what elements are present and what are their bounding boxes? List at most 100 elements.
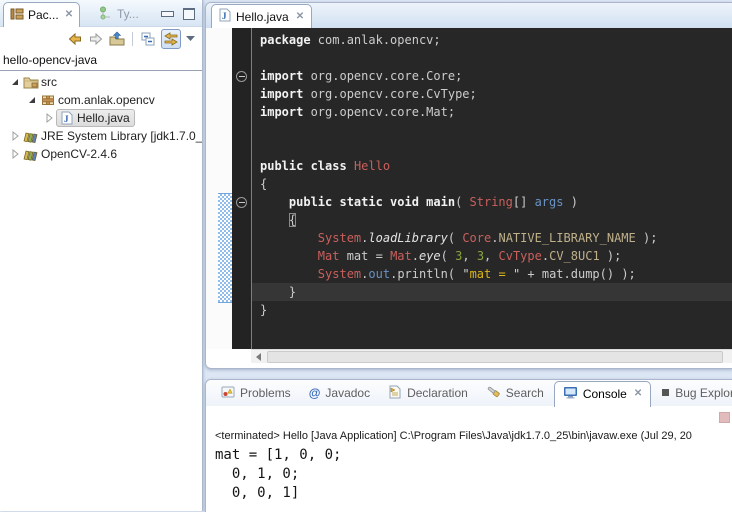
code-token: [] xyxy=(513,195,535,209)
link-with-editor-icon[interactable] xyxy=(161,29,181,49)
close-icon[interactable]: ✕ xyxy=(296,12,304,22)
code-line[interactable]: } xyxy=(252,283,732,301)
code-token: ( xyxy=(441,249,455,263)
tab-problems[interactable]: Problems xyxy=(213,380,299,406)
code-token: import xyxy=(260,87,303,101)
tab-package-explorer[interactable]: Pac... ✕ xyxy=(3,2,80,27)
code-line[interactable]: System.out.println( "mat = " + mat.dump(… xyxy=(252,265,732,283)
close-icon[interactable]: ✕ xyxy=(65,10,73,20)
code-line[interactable]: System.loadLibrary( Core.NATIVE_LIBRARY_… xyxy=(252,229,732,247)
minimize-icon[interactable] xyxy=(161,11,174,17)
fold-collapse-icon[interactable] xyxy=(236,197,247,208)
tab-bug-explorer[interactable]: Bug Explorer xyxy=(653,380,732,406)
code-token: } xyxy=(260,303,267,317)
code-token: mat = xyxy=(339,249,390,263)
fold-collapse-icon[interactable] xyxy=(236,71,247,82)
console-view: <terminated> Hello [Java Application] C:… xyxy=(206,406,732,512)
tree-item-package[interactable]: com.anlak.opencv xyxy=(0,91,202,109)
collapse-all-icon[interactable] xyxy=(140,31,156,47)
code-token: NATIVE_LIBRARY_NAME xyxy=(498,231,635,245)
code-line[interactable]: } xyxy=(252,301,732,319)
tree-item-opencv-library[interactable]: OpenCV-2.4.6 xyxy=(0,145,202,163)
tab-label: Search xyxy=(506,386,544,400)
source-folder-icon xyxy=(22,75,39,89)
code-token: " xyxy=(462,267,469,281)
code-token: ); xyxy=(600,249,622,263)
code-line[interactable]: package com.anlak.opencv; xyxy=(252,31,732,49)
collapsed-arrow-icon[interactable] xyxy=(42,112,56,124)
scroll-left-arrow-icon[interactable] xyxy=(256,353,261,361)
tab-search[interactable]: Search xyxy=(478,380,552,406)
sidebar-tab-row: Pac... ✕ Ty... xyxy=(0,0,202,27)
editor-area: J Hello.java ✕ package com.anlak.opencv;… xyxy=(205,2,732,369)
collapsed-arrow-icon[interactable] xyxy=(8,148,22,160)
code-line[interactable]: Mat mat = Mat.eye( 3, 3, CvType.CV_8UC1 … xyxy=(252,247,732,265)
console-icon xyxy=(563,386,578,402)
code-token: } xyxy=(260,285,296,299)
code-token: com.anlak.opencv; xyxy=(311,33,441,47)
tab-hello-java[interactable]: J Hello.java ✕ xyxy=(211,4,312,28)
close-icon[interactable]: ✕ xyxy=(634,389,642,399)
library-icon xyxy=(22,147,39,161)
tree-item-label: Hello.java xyxy=(77,111,130,125)
view-window-buttons xyxy=(161,8,195,20)
collapsed-arrow-icon[interactable] xyxy=(8,130,22,142)
maximize-icon[interactable] xyxy=(183,8,195,20)
tab-type-hierarchy[interactable]: Ty... xyxy=(93,2,145,26)
back-icon[interactable] xyxy=(67,31,83,47)
tab-label: Pac... xyxy=(28,8,59,22)
code-line[interactable]: public static void main( String[] args ) xyxy=(252,193,732,211)
code-line[interactable]: import org.opencv.core.CvType; xyxy=(252,85,732,103)
console-output[interactable]: mat = [1, 0, 0; 0, 1, 0; 0, 0, 1] xyxy=(215,446,732,503)
tree-item-src[interactable]: src xyxy=(0,73,202,91)
forward-icon[interactable] xyxy=(88,31,104,47)
tree-item-jre-library[interactable]: JRE System Library [jdk1.7.0_25] xyxy=(0,127,202,145)
code-token: CvType xyxy=(499,249,542,263)
expanded-arrow-icon[interactable] xyxy=(8,76,22,88)
code-line[interactable]: import org.opencv.core.Core; xyxy=(252,67,732,85)
tree-item-hello-java[interactable]: J Hello.java xyxy=(0,109,202,127)
tree-item-label: com.anlak.opencv xyxy=(58,93,155,107)
code-line[interactable] xyxy=(252,49,732,67)
tab-label: Ty... xyxy=(117,7,139,21)
code-line[interactable] xyxy=(252,139,732,157)
horizontal-scrollbar[interactable] xyxy=(251,349,732,363)
code-token: System xyxy=(318,231,361,245)
bug-explorer-icon xyxy=(661,386,670,400)
expanded-arrow-icon[interactable] xyxy=(25,94,39,106)
code-token: + mat.dump() ); xyxy=(520,267,636,281)
toolbar-separator xyxy=(132,32,133,46)
tab-label: Problems xyxy=(240,386,291,400)
search-icon xyxy=(486,385,501,402)
package-explorer-icon xyxy=(10,7,24,24)
code-token: package xyxy=(260,33,311,47)
tab-javadoc[interactable]: @ Javadoc xyxy=(301,380,378,406)
working-set-header: hello-opencv-java xyxy=(0,50,202,71)
code-token: System xyxy=(318,267,361,281)
code-line[interactable]: public class Hello xyxy=(252,157,732,175)
terminate-icon[interactable] xyxy=(719,412,730,423)
go-into-icon[interactable] xyxy=(109,31,125,47)
code-token: ); xyxy=(636,231,658,245)
package-explorer-toolbar xyxy=(0,27,202,50)
method-range-indicator xyxy=(218,193,232,303)
code-token: Core xyxy=(462,231,491,245)
tab-declaration[interactable]: Declaration xyxy=(380,380,476,406)
code-line[interactable]: { xyxy=(252,211,732,229)
scrollbar-thumb[interactable] xyxy=(267,351,723,363)
code-text-area[interactable]: package com.anlak.opencv; import org.open… xyxy=(251,28,732,349)
code-token: org.opencv.core.Core; xyxy=(303,69,462,83)
package-explorer-tree: src com.anlak.opencv J H xyxy=(0,71,202,163)
package-icon xyxy=(39,93,56,107)
code-line[interactable]: import org.opencv.core.Mat; xyxy=(252,103,732,121)
code-line[interactable] xyxy=(252,121,732,139)
view-menu-icon[interactable] xyxy=(186,36,195,42)
tab-console[interactable]: Console ✕ xyxy=(554,381,651,407)
code-line[interactable]: { xyxy=(252,175,732,193)
package-explorer-view: Pac... ✕ Ty... xyxy=(0,0,203,511)
code-token: loadLibrary xyxy=(368,231,447,245)
tree-item-label: OpenCV-2.4.6 xyxy=(41,147,117,161)
code-token: public class xyxy=(260,159,347,173)
javadoc-icon: @ xyxy=(309,386,321,400)
tree-item-label: src xyxy=(41,75,57,89)
